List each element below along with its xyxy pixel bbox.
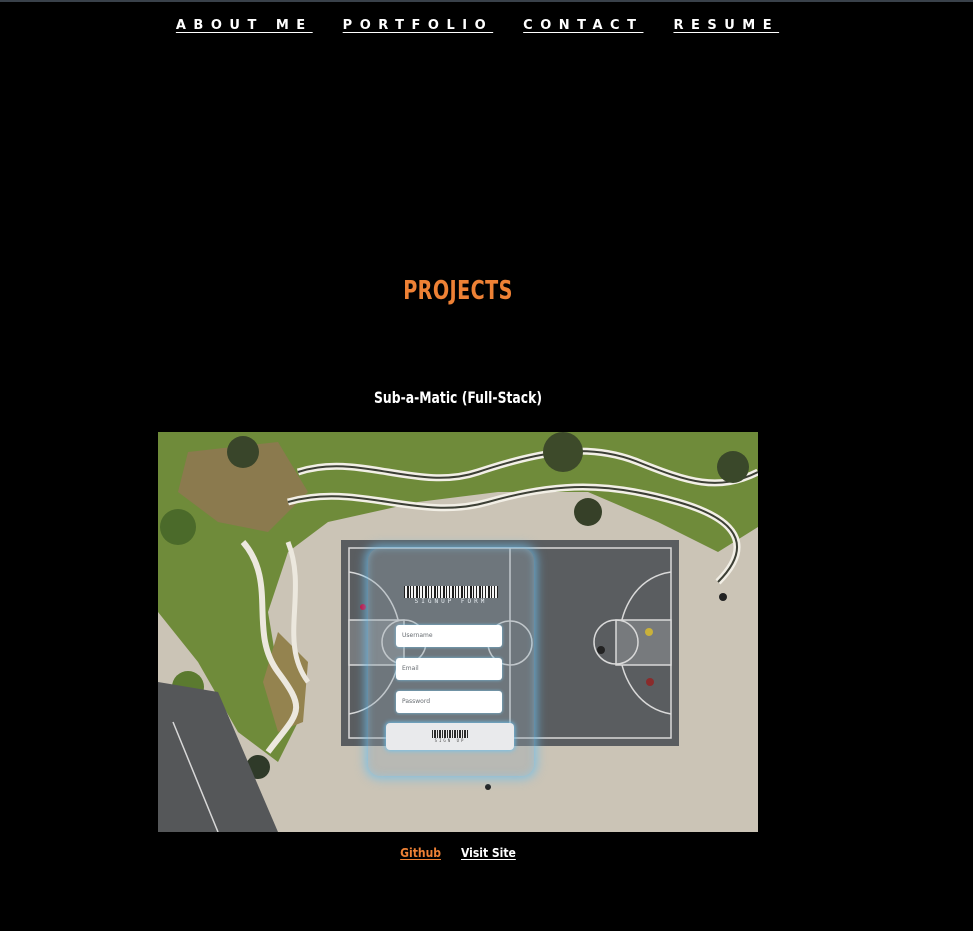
signup-form-title: SIGNUP FORM xyxy=(414,598,488,605)
barcode-logo-icon xyxy=(404,586,498,598)
main-nav: ABOUT ME PORTFOLIO CONTACT RESUME xyxy=(0,18,973,33)
project-links: Github Visit Site xyxy=(0,846,916,860)
nav-contact[interactable]: CONTACT xyxy=(523,18,643,33)
github-link[interactable]: Github xyxy=(400,846,441,860)
username-field xyxy=(396,625,502,647)
signup-button: SIGN UP xyxy=(386,723,514,750)
signup-form-panel: SIGNUP FORM SIGN UP xyxy=(368,548,534,776)
email-field xyxy=(396,658,502,680)
project-screenshot: SIGNUP FORM SIGN UP xyxy=(158,432,758,832)
window-top-border xyxy=(0,0,973,2)
project-title: Sub-a-Matic (Full-Stack) xyxy=(374,388,542,407)
signup-button-label: SIGN UP xyxy=(434,738,466,743)
visit-site-link[interactable]: Visit Site xyxy=(461,846,516,860)
projects-heading: PROJECTS xyxy=(403,276,513,306)
nav-resume[interactable]: RESUME xyxy=(673,18,779,33)
barcode-icon xyxy=(432,730,468,738)
password-field xyxy=(396,691,502,713)
nav-portfolio[interactable]: PORTFOLIO xyxy=(343,18,493,33)
nav-about-me[interactable]: ABOUT ME xyxy=(176,18,313,33)
